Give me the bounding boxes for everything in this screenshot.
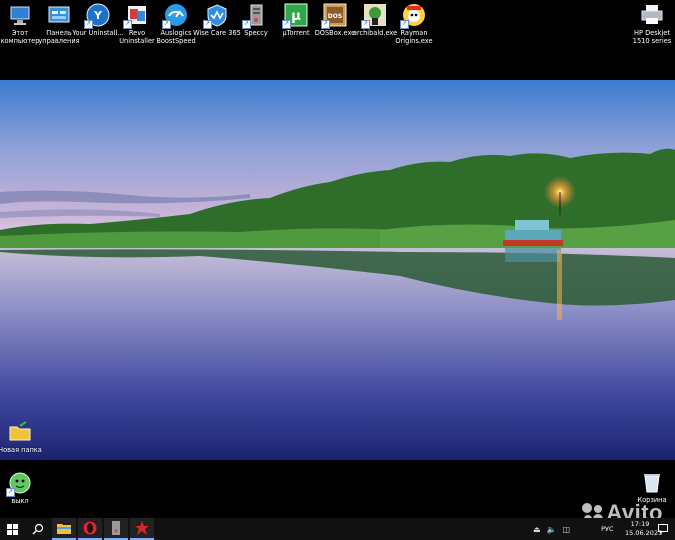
rayman-icon: ↗ (400, 3, 426, 29)
speccy-icon: ↗ (242, 3, 268, 29)
your-uninstaller-icon: Y ↗ (84, 3, 110, 29)
utorrent-icon: µ ↗ (282, 3, 308, 29)
file-explorer-icon (57, 524, 71, 534)
shortcut-arrow-icon: ↗ (84, 20, 93, 29)
notification-icon (658, 524, 668, 534)
wise-care-icon: ↗ (203, 3, 229, 29)
wallpaper-image (0, 80, 675, 460)
search-button[interactable] (26, 518, 50, 540)
control-panel-icon (47, 3, 71, 27)
shortcut-arrow-icon: ↗ (203, 20, 212, 29)
icon-label: Rayman Origins.exe (395, 29, 433, 45)
windows-logo-icon (6, 523, 18, 535)
shortcut-arrow-icon: ↗ (361, 20, 370, 29)
system-tray: ⏏ 🔈 ◫ РУС (530, 518, 614, 540)
taskbar-app[interactable] (130, 518, 154, 540)
shortcut-arrow-icon: ↗ (242, 20, 251, 29)
icon-label: HP Deskjet 1510 series (632, 29, 672, 45)
printer-icon (640, 3, 664, 27)
language-indicator[interactable]: РУС (601, 525, 613, 533)
shortcut-arrow-icon: ↗ (162, 20, 171, 29)
desktop-icon-recycle-bin[interactable]: Корзина (626, 467, 675, 504)
shortcut-arrow-icon: ↗ (6, 488, 15, 497)
desktop-bottom-area (0, 460, 675, 518)
notifications-button[interactable] (651, 518, 675, 540)
volume-icon[interactable]: 🔈 (547, 525, 557, 534)
icon-label: выкл (11, 497, 29, 505)
opera-icon (83, 521, 97, 535)
desktop-top-area: Этот компьютер Панель управления Y ↗ You… (0, 0, 675, 80)
svg-text:µ: µ (291, 9, 301, 24)
archibald-icon: ↗ (361, 3, 387, 29)
dosbox-icon: DOS ↗ (321, 3, 347, 29)
network-icon[interactable]: ◫ (563, 525, 571, 534)
shutdown-icon: ↗ (6, 471, 32, 497)
shortcut-arrow-icon: ↗ (321, 20, 330, 29)
taskbar: ⏏ 🔈 ◫ РУС 17:19 15.06.2023 (0, 518, 675, 540)
shortcut-arrow-icon: ↗ (123, 20, 132, 29)
taskbar-opera[interactable] (78, 518, 102, 540)
svg-text:Y: Y (93, 9, 103, 22)
shortcut-arrow-icon: ↗ (400, 20, 409, 29)
desktop-icon-shutdown[interactable]: ↗ выкл (0, 468, 46, 505)
auslogics-icon: ↗ (162, 3, 188, 29)
usb-icon[interactable]: ⏏ (533, 525, 541, 534)
start-button[interactable] (0, 518, 24, 540)
this-pc-icon (8, 3, 32, 27)
taskbar-speccy[interactable] (104, 518, 128, 540)
icon-label: Новая папка (0, 446, 42, 454)
taskbar-file-explorer[interactable] (52, 518, 76, 540)
folder-icon (8, 420, 32, 444)
desktop-icon-rayman[interactable]: ↗ Rayman Origins.exe (388, 0, 440, 45)
speccy-icon (112, 521, 120, 535)
desktop-icon-printer[interactable]: HP Deskjet 1510 series (626, 0, 675, 45)
recycle-bin-icon (640, 470, 664, 494)
svg-text:DOS: DOS (328, 13, 342, 20)
shortcut-arrow-icon: ↗ (282, 20, 291, 29)
revo-uninstaller-icon: ↗ (123, 3, 149, 29)
desktop-icon-new-folder[interactable]: Новая папка (0, 417, 46, 454)
search-icon (32, 523, 44, 535)
red-app-icon (135, 521, 149, 535)
